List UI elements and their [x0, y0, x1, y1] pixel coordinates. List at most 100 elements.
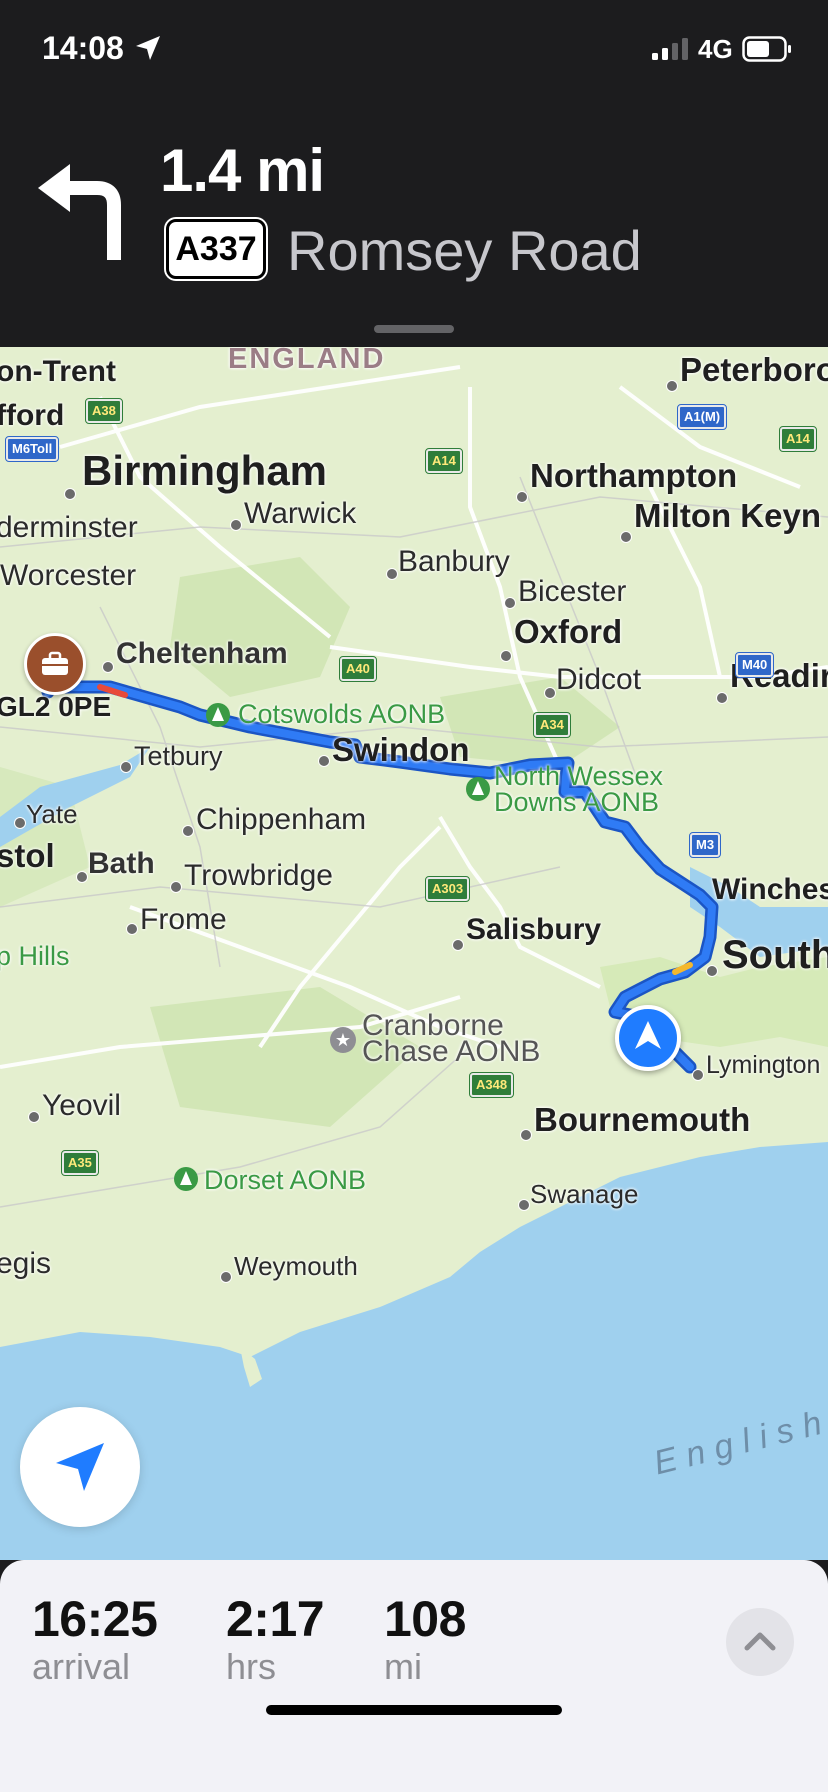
- place-label: Didcot: [556, 663, 642, 696]
- road-shield: A14: [425, 448, 463, 474]
- maneuver-distance: 1.4 mi: [160, 137, 325, 204]
- place-label: Peterboro: [680, 351, 828, 388]
- place-dot: [64, 488, 76, 500]
- place-dot: [182, 825, 194, 837]
- place-label: Birmingham: [82, 447, 328, 494]
- briefcase-icon: [42, 651, 68, 675]
- place-label: Swanage: [530, 1179, 639, 1209]
- region-label: ENGLAND: [228, 347, 386, 375]
- navigation-arrow-icon: [635, 1021, 661, 1049]
- place-dot: [620, 531, 632, 543]
- navigation-banner[interactable]: 14:08 4G 1.4 mi A337 Romsey Road: [0, 0, 828, 347]
- map-view[interactable]: ENGLAND on-Trent fford Peterboro Birming…: [0, 347, 828, 1560]
- road-shield: M40: [734, 652, 775, 678]
- place-dot: [170, 881, 182, 893]
- place-label: Chase AONB: [362, 1035, 541, 1068]
- place-dot: [666, 380, 678, 392]
- place-dot: [544, 687, 556, 699]
- arrival-label: arrival: [32, 1646, 131, 1687]
- place-label: Lymington: [706, 1051, 821, 1079]
- distance-stat: 108 mi: [384, 1590, 466, 1688]
- place-label: fford: [0, 399, 65, 432]
- road-shield: A40: [339, 656, 377, 682]
- place-label: Yate: [26, 799, 78, 829]
- place-dot: [102, 661, 114, 673]
- place-label: Trowbridge: [184, 859, 333, 892]
- place-dot: [520, 1129, 532, 1141]
- duration-unit: hrs: [226, 1646, 277, 1687]
- place-label: p Hills: [0, 941, 70, 971]
- arrival-time: 16:25: [32, 1591, 158, 1647]
- place-dot: [706, 965, 718, 977]
- duration-value: 2:17: [226, 1591, 325, 1647]
- place-dot: [126, 923, 138, 935]
- place-dot: [120, 761, 132, 773]
- place-label: Dorset AONB: [204, 1165, 367, 1195]
- place-label: Winches: [712, 873, 828, 906]
- place-label: derminster: [0, 511, 138, 544]
- network-type: 4G: [698, 34, 733, 64]
- place-label: Bath: [88, 847, 155, 880]
- cellular-signal-icon: [652, 38, 688, 60]
- destination-pin[interactable]: [24, 633, 86, 695]
- place-label: Bournemouth: [534, 1101, 751, 1138]
- place-label: Cheltenham: [116, 637, 288, 670]
- battery-icon: [742, 36, 791, 62]
- place-label: Chippenham: [196, 803, 367, 836]
- location-arrow-icon: [136, 36, 160, 60]
- status-time: 14:08: [42, 30, 124, 66]
- place-label: Warwick: [244, 497, 357, 530]
- duration-stat: 2:17 hrs: [226, 1590, 325, 1688]
- place-label: Bicester: [518, 575, 627, 608]
- place-dot: [692, 1069, 704, 1081]
- place-dot: [220, 1271, 232, 1283]
- place-label: Northampton: [530, 457, 738, 494]
- place-dot: [716, 692, 728, 704]
- place-label: Oxford: [514, 613, 623, 650]
- track-location-button[interactable]: [20, 1407, 140, 1527]
- place-label: Salisbury: [466, 913, 602, 946]
- place-dot: [318, 755, 330, 767]
- place-dot: [76, 871, 88, 883]
- home-indicator[interactable]: [266, 1705, 562, 1715]
- place-dot: [516, 491, 528, 503]
- chevron-up-icon: [744, 1632, 776, 1651]
- place-label: Yeovil: [42, 1089, 121, 1122]
- place-label: Worcester: [0, 559, 137, 592]
- destination-label: GL2 0PE: [0, 691, 112, 722]
- tree-icon: [206, 703, 230, 727]
- current-location-puck: [615, 1005, 681, 1071]
- road-shield: A303: [424, 876, 471, 902]
- place-label: Downs AONB: [494, 787, 660, 817]
- place-label: stol: [0, 837, 55, 874]
- place-dot: [28, 1111, 40, 1123]
- road-number-shield: A337: [166, 219, 266, 279]
- place-dot: [230, 519, 242, 531]
- road-shield: A348: [468, 1072, 515, 1098]
- trip-summary-card[interactable]: 16:25 arrival 2:17 hrs 108 mi: [0, 1560, 828, 1792]
- street-name: Romsey Road: [287, 219, 642, 282]
- banner-grabber[interactable]: [374, 325, 454, 333]
- distance-value: 108: [384, 1591, 466, 1647]
- arrival-stat: 16:25 arrival: [32, 1590, 158, 1688]
- place-label: Swindon: [332, 731, 470, 768]
- place-dot: [500, 650, 512, 662]
- road-shield: A14: [779, 426, 817, 452]
- place-label: Tetbury: [134, 741, 223, 771]
- place-label: on-Trent: [0, 355, 116, 388]
- road-shield: M3: [688, 832, 722, 858]
- place-label: Weymouth: [234, 1251, 358, 1281]
- turn-left-icon: [38, 164, 121, 260]
- landmark-star-icon: ★: [330, 1027, 356, 1053]
- place-dot: [504, 597, 516, 609]
- tree-icon: [174, 1167, 198, 1191]
- place-label: Banbury: [398, 545, 510, 578]
- place-dot: [452, 939, 464, 951]
- location-arrow-icon: [56, 1443, 104, 1491]
- place-label: South: [722, 933, 828, 977]
- place-dot: [386, 568, 398, 580]
- expand-card-button[interactable]: [726, 1608, 794, 1676]
- place-dot: [14, 817, 26, 829]
- tree-icon: [466, 777, 490, 801]
- place-label: Frome: [140, 903, 227, 936]
